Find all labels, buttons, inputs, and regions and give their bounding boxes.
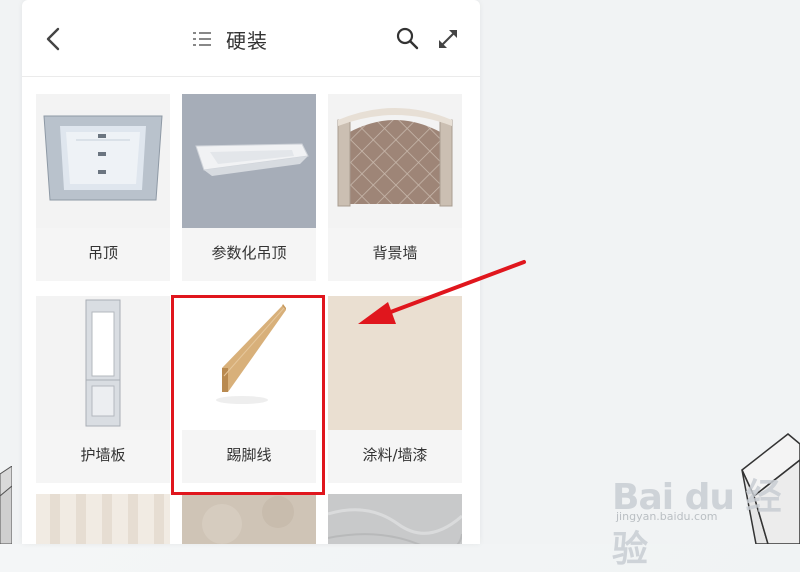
- hard-decoration-panel: 硬装 吊顶 参数化吊顶 背景墙 护墙板 踢脚线 涂料/墙漆: [22, 0, 480, 544]
- category-label: 涂料/墙漆: [362, 446, 428, 464]
- canvas-object-left: [0, 466, 12, 544]
- skirting-board-thumbnail: [182, 296, 316, 430]
- parametric-ceiling-thumbnail: [182, 94, 316, 228]
- category-card-ceiling[interactable]: 吊顶: [36, 94, 170, 281]
- baidu-watermark: Bai du 经验 jingyan.baidu.com: [612, 462, 792, 570]
- list-icon: [193, 32, 211, 46]
- search-icon[interactable]: [395, 26, 419, 50]
- panel-header: 硬装: [22, 0, 480, 77]
- category-label: 踢脚线: [226, 446, 272, 464]
- category-card-partial-1[interactable]: [36, 494, 170, 544]
- category-card-partial-2[interactable]: [182, 494, 316, 544]
- category-label: 吊顶: [87, 244, 118, 262]
- page-title: 硬装: [226, 28, 268, 53]
- panel-title-group: 硬装: [192, 24, 268, 54]
- category-card-feature-wall[interactable]: 背景墙: [328, 94, 462, 281]
- category-label: 护墙板: [80, 446, 126, 464]
- category-label: 背景墙: [372, 244, 418, 262]
- category-card-paint[interactable]: 涂料/墙漆: [328, 296, 462, 483]
- expand-icon[interactable]: [436, 27, 460, 51]
- category-card-partial-3[interactable]: [328, 494, 462, 544]
- wainscot-thumbnail: [36, 296, 170, 430]
- category-card-parametric-ceiling[interactable]: 参数化吊顶: [182, 94, 316, 281]
- watermark-url: jingyan.baidu.com: [616, 510, 718, 523]
- category-label: 参数化吊顶: [211, 244, 287, 262]
- back-arrow-icon[interactable]: [44, 26, 64, 52]
- paint-thumbnail: [328, 296, 462, 430]
- category-card-skirting-board[interactable]: 踢脚线: [182, 296, 316, 483]
- category-card-wainscot[interactable]: 护墙板: [36, 296, 170, 483]
- feature-wall-thumbnail: [328, 94, 462, 228]
- ceiling-thumbnail: [36, 94, 170, 228]
